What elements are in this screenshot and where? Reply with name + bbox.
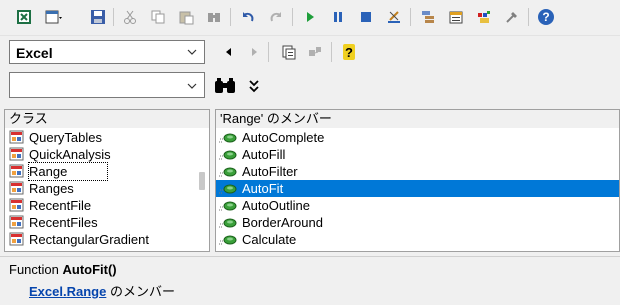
view-object-icon[interactable] [44, 7, 64, 27]
search-row [0, 68, 620, 106]
member-list-item[interactable]: AutoFit [216, 180, 619, 197]
paste-icon[interactable] [176, 7, 196, 27]
member-of-line: Excel.Range のメンバー [29, 281, 175, 300]
member-list-item[interactable]: BorderAround [216, 214, 619, 231]
member-list-item[interactable]: AutoFill [216, 146, 619, 163]
classes-panel: クラス QueryTables QuickAnalysis Range Ranges R… [4, 109, 210, 252]
class-label: QueryTables [29, 130, 102, 145]
library-row: Excel ? [0, 36, 620, 68]
details-pane: Function AutoFit() Excel.Range のメンバー [0, 256, 620, 305]
member-signature: Function AutoFit() [9, 262, 117, 277]
member-of-suffix: のメンバー [106, 284, 175, 299]
class-icon [9, 198, 25, 213]
project-explorer-icon[interactable] [418, 7, 438, 27]
library-link[interactable]: Excel [29, 284, 63, 299]
chevron-down-icon[interactable] [186, 46, 198, 61]
member-label: BorderAround [242, 215, 323, 230]
run-icon[interactable] [300, 7, 320, 27]
view-definition-icon[interactable] [305, 42, 325, 62]
method-icon [218, 181, 238, 196]
class-icon [9, 181, 25, 196]
help-icon[interactable]: ? [339, 42, 359, 62]
member-list-item[interactable]: AutoOutline [216, 197, 619, 214]
classes-scrollbar[interactable] [199, 172, 205, 190]
design-mode-icon[interactable] [384, 7, 404, 27]
chevron-down-icon[interactable] [186, 80, 198, 95]
class-list-item[interactable]: QueryTables [5, 129, 193, 146]
class-label: QuickAnalysis [29, 147, 111, 162]
method-icon [218, 164, 238, 179]
members-panel: 'Range' のメンバー AutoComplete AutoFill AutoFi… [215, 109, 620, 252]
copy-icon[interactable] [148, 7, 168, 27]
class-icon [9, 164, 25, 179]
svg-text:?: ? [345, 45, 353, 60]
member-label: AutoFit [242, 181, 284, 196]
member-label: AutoFilter [242, 164, 298, 179]
signature-prefix: Function [9, 262, 63, 277]
class-list-item[interactable]: Ranges [5, 180, 193, 197]
copy-to-clipboard-icon[interactable] [279, 42, 299, 62]
search-combobox[interactable] [9, 72, 205, 98]
class-list-item[interactable]: RecentFiles [5, 214, 193, 231]
properties-icon[interactable] [446, 7, 466, 27]
class-label: Range [27, 162, 109, 181]
class-list-item[interactable]: RectangularGradient [5, 231, 193, 248]
library-value: Excel [16, 45, 53, 61]
member-label: AutoFill [242, 147, 286, 162]
member-list-item[interactable]: AutoComplete [216, 129, 619, 146]
undo-icon[interactable] [238, 7, 258, 27]
method-icon [218, 215, 238, 230]
class-icon [9, 232, 25, 247]
find-icon[interactable] [204, 7, 224, 27]
binoculars-icon[interactable] [214, 76, 236, 96]
classes-header: クラス [5, 110, 209, 128]
method-icon [218, 232, 238, 247]
class-label: RectangularGradient [29, 232, 149, 247]
class-list-item[interactable]: Range [5, 162, 193, 181]
class-list-item[interactable]: RecentFile [5, 197, 193, 214]
cut-icon[interactable] [120, 7, 140, 27]
help-icon[interactable]: ? [536, 7, 556, 27]
class-label: RecentFiles [29, 215, 98, 230]
method-icon [218, 147, 238, 162]
class-label: Ranges [29, 181, 74, 196]
signature-name: AutoFit() [62, 262, 117, 277]
members-header: 'Range' のメンバー [216, 110, 619, 128]
class-list-item[interactable]: QuickAnalysis [5, 146, 193, 163]
go-forward-icon[interactable] [244, 42, 264, 62]
redo-icon[interactable] [266, 7, 286, 27]
show-hide-results-icon[interactable] [244, 76, 264, 96]
toolbox-icon[interactable] [502, 7, 522, 27]
go-back-icon[interactable] [219, 42, 239, 62]
member-list-item[interactable]: AutoFilter [216, 163, 619, 180]
class-icon [9, 130, 25, 145]
class-icon [9, 147, 25, 162]
standard-toolbar: ? [0, 0, 620, 36]
method-icon [218, 130, 238, 145]
excel-icon[interactable] [14, 7, 34, 27]
member-label: Calculate [242, 232, 297, 247]
library-combobox[interactable]: Excel [9, 40, 205, 64]
class-label: RecentFile [29, 198, 92, 213]
class-link[interactable]: Range [67, 284, 107, 299]
svg-text:?: ? [542, 10, 549, 24]
break-icon[interactable] [328, 7, 348, 27]
object-browser-icon[interactable] [474, 7, 494, 27]
class-icon [9, 215, 25, 230]
method-icon [218, 198, 238, 213]
member-label: AutoComplete [242, 130, 325, 145]
member-list-item[interactable]: Calculate [216, 231, 619, 248]
save-icon[interactable] [88, 7, 108, 27]
member-label: AutoOutline [242, 198, 310, 213]
reset-icon[interactable] [356, 7, 376, 27]
